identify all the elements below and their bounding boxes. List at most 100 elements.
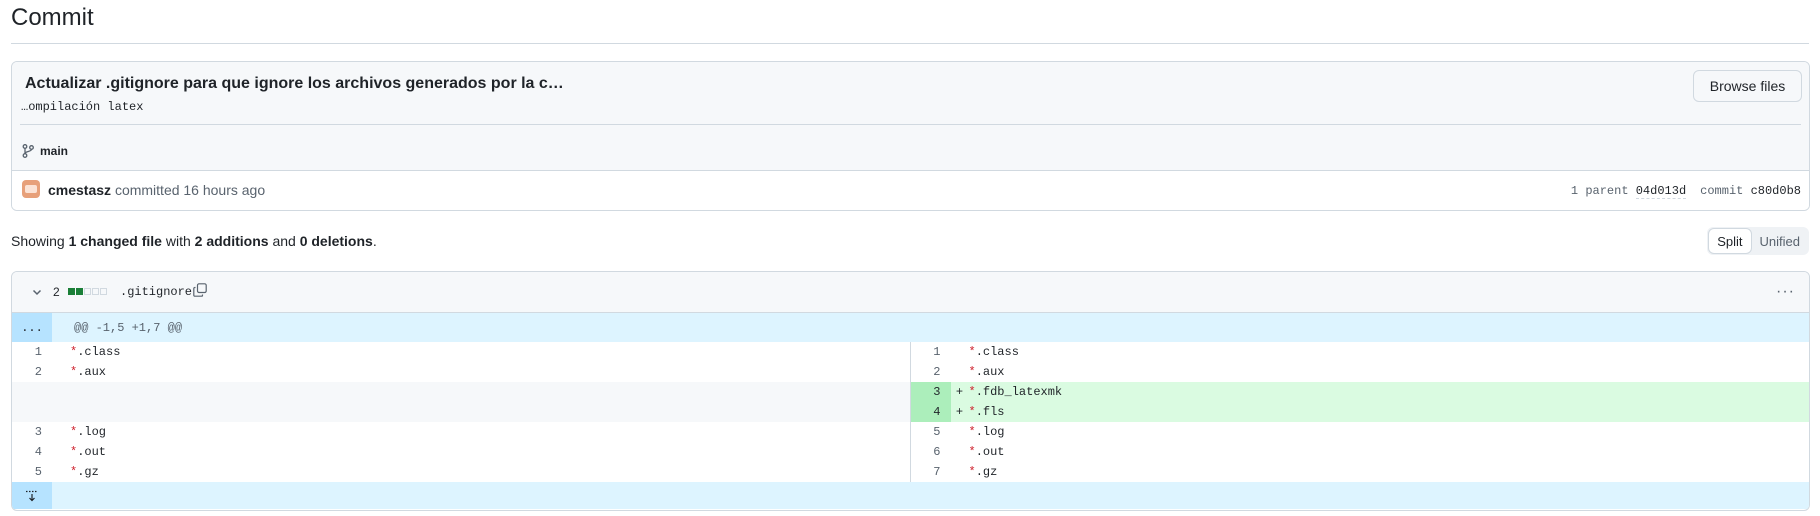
- right-line-number[interactable]: 1: [911, 342, 951, 362]
- right-code: *.out: [969, 442, 1005, 462]
- copy-icon[interactable]: [193, 283, 207, 300]
- left-code-text: .class: [77, 345, 121, 359]
- split-view-button[interactable]: Split: [1708, 228, 1752, 254]
- summary-additions: 2 additions: [194, 233, 269, 249]
- left-side: 4 *.out: [12, 442, 911, 462]
- diff-row: 3 + *.fdb_latexmk: [12, 382, 1809, 402]
- right-code: *.gz: [969, 462, 998, 482]
- left-line-number[interactable]: [12, 402, 52, 422]
- left-marker: [52, 362, 70, 382]
- page-title: Commit: [11, 4, 94, 31]
- right-side: 3 + *.fdb_latexmk: [910, 382, 1809, 402]
- left-side: 1 *.class: [12, 342, 911, 362]
- chevron-down-icon[interactable]: [31, 285, 43, 301]
- right-line-number[interactable]: 5: [911, 422, 951, 442]
- view-toggle: Split Unified: [1707, 227, 1809, 255]
- left-marker: [52, 462, 70, 482]
- hunk-header: @@ -1,5 +1,7 @@: [74, 320, 183, 335]
- right-code: *.fdb_latexmk: [969, 382, 1063, 402]
- right-code-text: .class: [975, 345, 1019, 359]
- glob-star: *: [968, 425, 976, 439]
- left-code: *.class: [70, 342, 120, 362]
- left-line-number[interactable]: 3: [12, 422, 52, 442]
- unified-view-button[interactable]: Unified: [1752, 228, 1808, 254]
- right-side: 5 *.log: [911, 422, 1810, 442]
- diff-row: 3 *.log 5 *.log: [12, 422, 1809, 442]
- diffstat-added-block: [68, 288, 75, 295]
- right-line-number[interactable]: 6: [911, 442, 951, 462]
- summary-prefix: Showing: [11, 233, 65, 249]
- commit-shas: 1 parent 04d013d commit c80d0b8: [1570, 184, 1801, 199]
- commit-label: commit: [1700, 184, 1744, 198]
- left-side: 2 *.aux: [12, 362, 911, 382]
- diff-row: 1 *.class 1 *.class: [12, 342, 1809, 362]
- right-code-text: .gz: [975, 465, 998, 479]
- parent-label: 1 parent: [1570, 184, 1629, 198]
- commit-sha: c80d0b8: [1750, 184, 1801, 198]
- diff-summary: Showing 1 changed file with 2 additions …: [11, 233, 377, 249]
- right-side: 4 + *.fls: [910, 402, 1809, 422]
- diff-row: 2 *.aux 2 *.aux: [12, 362, 1809, 382]
- summary-and: and: [272, 233, 296, 249]
- diff-row: 4 + *.fls: [12, 402, 1809, 422]
- glob-star: *: [968, 405, 976, 419]
- right-marker: [951, 362, 969, 382]
- right-line-number[interactable]: 2: [911, 362, 951, 382]
- right-marker: [951, 422, 969, 442]
- right-code: *.aux: [969, 362, 1005, 382]
- change-count: 2: [53, 285, 60, 299]
- parent-sha-link[interactable]: 04d013d: [1635, 184, 1687, 199]
- diff-row: 4 *.out 6 *.out: [12, 442, 1809, 462]
- right-line-number[interactable]: 4: [910, 402, 951, 422]
- commit-time: committed 16 hours ago: [114, 182, 266, 198]
- commit-box: Actualizar .gitignore para que ignore lo…: [11, 61, 1810, 211]
- right-marker: +: [955, 405, 964, 419]
- left-line-number[interactable]: 4: [12, 442, 52, 462]
- right-marker: +: [955, 385, 964, 399]
- left-code-text: .log: [77, 425, 107, 439]
- browse-files-button[interactable]: Browse files: [1693, 70, 1802, 102]
- diffstat-neutral-block: [92, 288, 99, 295]
- diff-table: ... @@ -1,5 +1,7 @@ 1 *.class 1 *.class 2 *.a…: [12, 313, 1809, 509]
- right-line-number[interactable]: 7: [911, 462, 951, 482]
- right-side: 6 *.out: [911, 442, 1810, 462]
- glob-star: *: [968, 465, 976, 479]
- right-side: 2 *.aux: [911, 362, 1810, 382]
- diff-row: 5 *.gz 7 *.gz: [12, 462, 1809, 482]
- branch-link[interactable]: main: [22, 144, 68, 158]
- left-line-number[interactable]: [12, 382, 52, 402]
- left-line-number[interactable]: 1: [12, 342, 52, 362]
- left-line-number[interactable]: 2: [12, 362, 52, 382]
- left-marker: [52, 422, 70, 442]
- right-side: 7 *.gz: [911, 462, 1810, 482]
- file-header: 2 .gitignore ···: [12, 272, 1809, 313]
- diffstat-added-block: [76, 288, 83, 295]
- kebab-horizontal-icon[interactable]: ···: [1776, 283, 1795, 301]
- expand-down-icon[interactable]: [12, 482, 52, 509]
- right-code-text: .log: [975, 425, 1005, 439]
- expand-up-button[interactable]: ...: [12, 313, 52, 342]
- left-marker: [52, 342, 70, 362]
- right-code-text: .out: [975, 445, 1005, 459]
- git-branch-icon: [22, 144, 34, 158]
- title-divider: [11, 43, 1809, 44]
- header-divider: [20, 124, 1801, 125]
- glob-star: *: [968, 445, 976, 459]
- commit-info: commit c80d0b8: [1700, 184, 1801, 198]
- author-link[interactable]: cmestasz: [48, 182, 111, 198]
- left-side: [12, 402, 911, 422]
- commit-author-line: cmestasz committed 16 hours ago: [48, 182, 265, 198]
- left-code-text: .out: [77, 445, 107, 459]
- diffstat: [68, 288, 107, 295]
- left-line-number[interactable]: 5: [12, 462, 52, 482]
- left-side: 3 *.log: [12, 422, 911, 442]
- file-name-link[interactable]: .gitignore: [120, 285, 192, 299]
- commit-description: …ompilación latex: [21, 100, 144, 114]
- summary-deletions: 0 deletions: [299, 233, 373, 249]
- diffstat-neutral-block: [100, 288, 107, 295]
- right-code: *.class: [969, 342, 1019, 362]
- commit-meta: cmestasz committed 16 hours ago 1 parent…: [12, 171, 1809, 210]
- right-line-number[interactable]: 3: [910, 382, 951, 402]
- avatar[interactable]: [22, 180, 40, 198]
- summary-suffix: .: [372, 233, 377, 249]
